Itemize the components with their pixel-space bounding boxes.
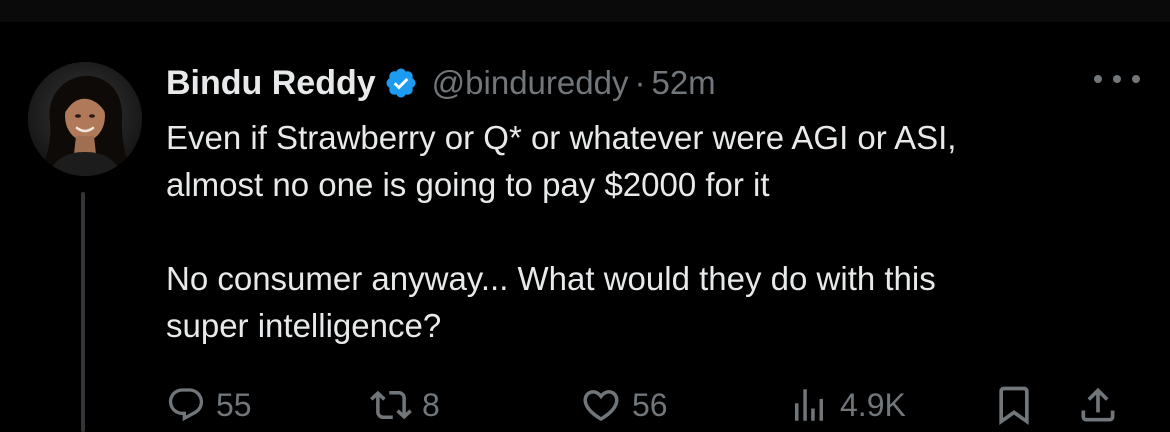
- avatar[interactable]: [28, 62, 142, 176]
- tweet-line: No consumer anyway... What would they do…: [166, 260, 936, 297]
- tweet-header: Bindu Reddy @bindureddy · 52m: [166, 60, 716, 106]
- views-button[interactable]: 4.9K: [788, 382, 906, 428]
- reply-icon: [168, 388, 204, 422]
- repost-icon: [370, 390, 412, 420]
- share-button[interactable]: [1076, 382, 1120, 428]
- tweet-paragraph-2: No consumer anyway... What would they do…: [166, 255, 1156, 349]
- more-options-icon[interactable]: [1094, 66, 1140, 92]
- separator-dot: ·: [634, 64, 646, 101]
- avatar-image: [28, 62, 142, 176]
- tweet-text: Even if Strawberry or Q* or whatever wer…: [166, 114, 1156, 349]
- reply-count: 55: [216, 386, 252, 423]
- views-chart-icon: [795, 389, 823, 421]
- verified-badge-icon: [384, 66, 418, 100]
- thread-line: [81, 192, 85, 432]
- like-count: 56: [632, 386, 668, 423]
- tweet-line: almost no one is going to pay $2000 for …: [166, 166, 770, 203]
- views-count: 4.9K: [840, 386, 906, 423]
- more-dot: [1113, 75, 1121, 83]
- more-dot: [1094, 75, 1102, 83]
- author-name[interactable]: Bindu Reddy: [166, 64, 376, 103]
- author-handle[interactable]: @bindureddy: [432, 64, 629, 102]
- reply-button[interactable]: 55: [166, 382, 252, 428]
- bookmark-icon: [999, 386, 1029, 426]
- more-dot: [1132, 75, 1140, 83]
- heart-icon: [583, 390, 619, 422]
- top-strip: [0, 0, 1170, 22]
- timestamp[interactable]: 52m: [651, 64, 715, 102]
- bookmark-button[interactable]: [992, 382, 1036, 428]
- share-icon: [1081, 387, 1115, 422]
- tweet-line: super intelligence?: [166, 307, 442, 344]
- repost-button[interactable]: 8: [370, 382, 440, 428]
- repost-count: 8: [422, 386, 440, 423]
- like-button[interactable]: 56: [580, 382, 668, 428]
- tweet-line: Even if Strawberry or Q* or whatever wer…: [166, 119, 957, 156]
- tweet-paragraph-1: Even if Strawberry or Q* or whatever wer…: [166, 114, 1156, 208]
- action-bar: 55 8 56 4.9K: [166, 382, 1156, 428]
